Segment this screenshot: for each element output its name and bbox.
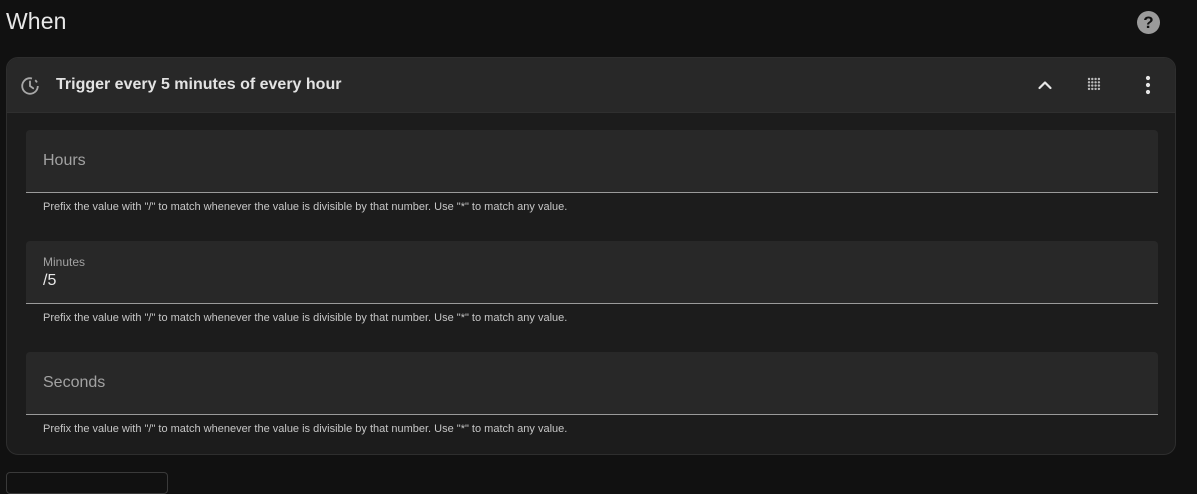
drag-handle-icon[interactable] xyxy=(1081,72,1107,98)
section-title: When xyxy=(6,8,67,34)
help-icon[interactable]: ? xyxy=(1137,11,1160,34)
minutes-field[interactable]: Minutes /5 xyxy=(26,241,1158,304)
timer-clock-icon xyxy=(21,77,39,95)
seconds-label: Seconds xyxy=(43,374,106,391)
minutes-label: Minutes xyxy=(43,255,86,269)
chevron-up-icon[interactable] xyxy=(1032,72,1058,98)
add-trigger-button[interactable] xyxy=(6,472,168,494)
hours-helper-text: Prefix the value with "/" to match whene… xyxy=(43,201,568,213)
minutes-value: /5 xyxy=(43,272,57,289)
more-vertical-icon[interactable] xyxy=(1135,72,1161,98)
seconds-field[interactable]: Seconds xyxy=(26,352,1158,415)
trigger-title: Trigger every 5 minutes of every hour xyxy=(56,76,342,93)
trigger-card: Trigger every 5 minutes of every hour Ho… xyxy=(6,57,1176,455)
hours-label: Hours xyxy=(43,152,86,169)
trigger-card-header[interactable]: Trigger every 5 minutes of every hour xyxy=(7,58,1175,113)
seconds-helper-text: Prefix the value with "/" to match whene… xyxy=(43,423,568,435)
hours-field[interactable]: Hours xyxy=(26,130,1158,193)
minutes-helper-text: Prefix the value with "/" to match whene… xyxy=(43,312,568,324)
